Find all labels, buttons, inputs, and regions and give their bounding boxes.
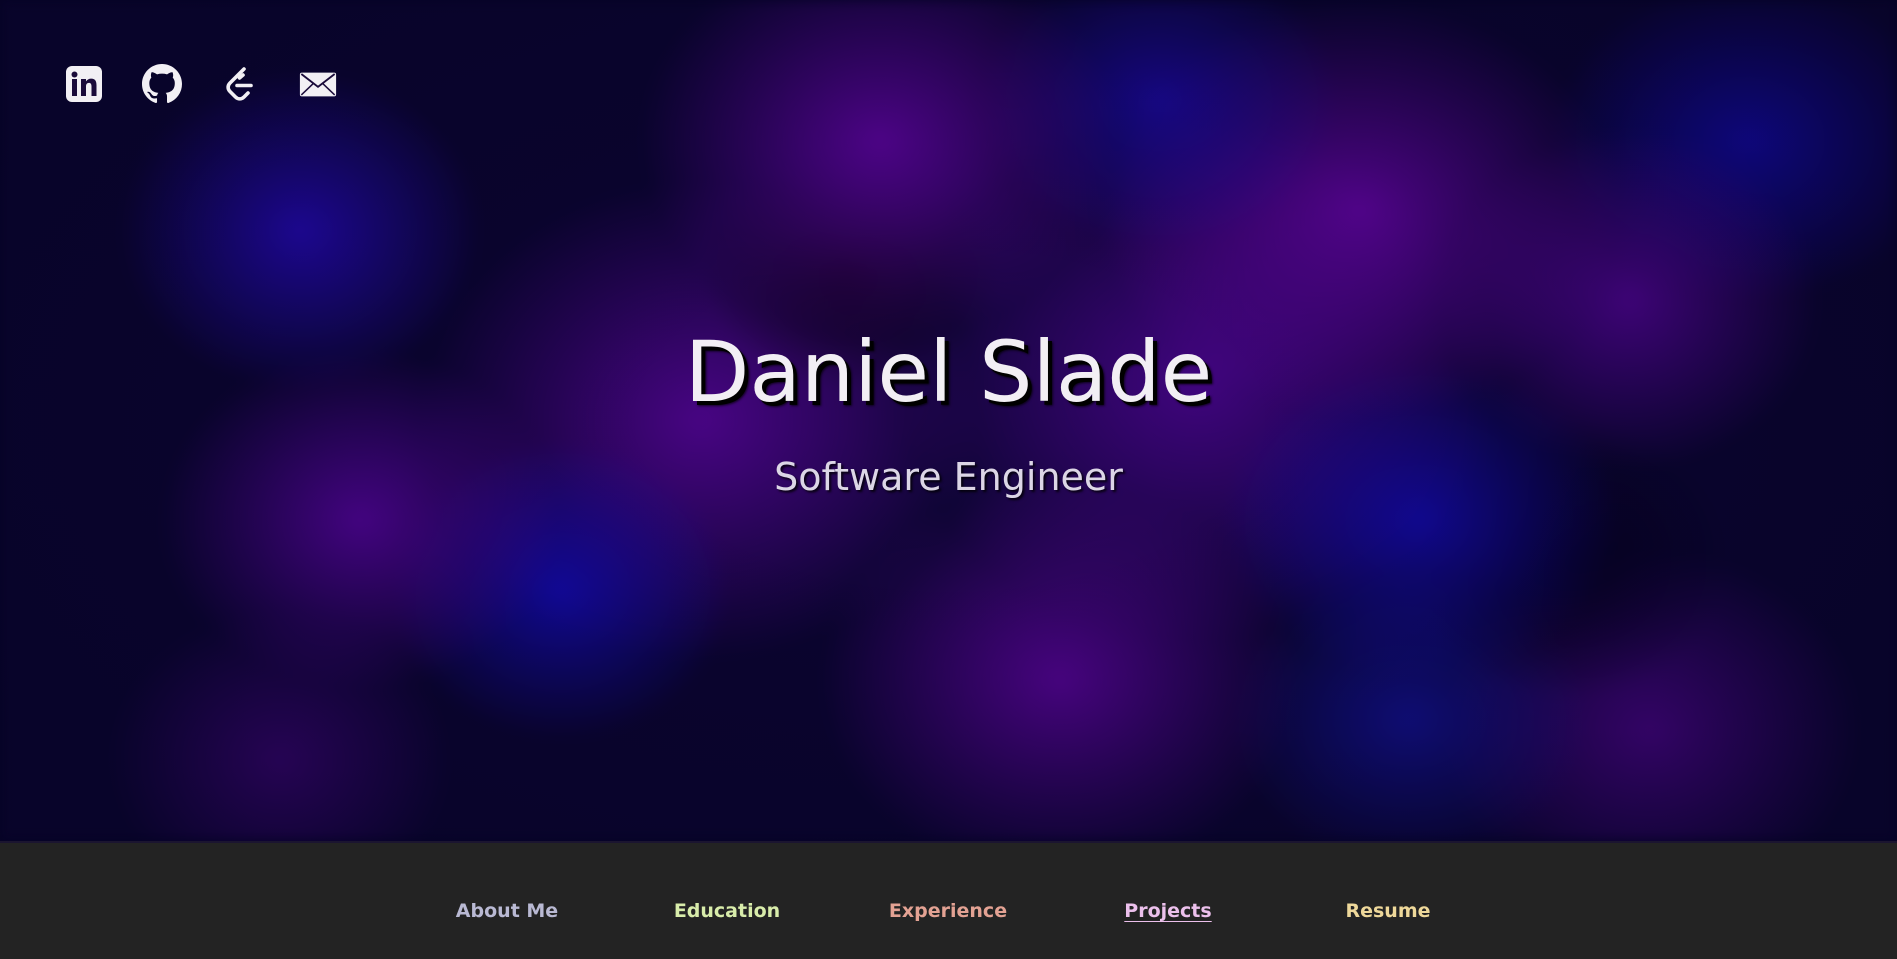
email-link[interactable] — [298, 64, 338, 104]
page-subtitle: Software Engineer — [774, 455, 1123, 499]
nav-experience[interactable]: Experience — [889, 900, 1007, 922]
github-link[interactable] — [142, 64, 182, 104]
bottom-navbar: About Me Education Experience Projects R… — [0, 841, 1897, 959]
social-links — [64, 64, 338, 104]
leetcode-link[interactable] — [220, 64, 260, 104]
nav-projects[interactable]: Projects — [1124, 900, 1211, 922]
hero-title-block: Daniel Slade Software Engineer — [0, 330, 1897, 496]
linkedin-link[interactable] — [64, 64, 104, 104]
linkedin-icon — [66, 66, 102, 102]
nav-about-me[interactable]: About Me — [456, 900, 558, 922]
nav-resume[interactable]: Resume — [1345, 900, 1430, 922]
mail-icon — [299, 72, 337, 97]
page-title: Daniel Slade — [684, 323, 1213, 421]
nav-education[interactable]: Education — [674, 900, 780, 922]
leetcode-icon — [226, 67, 253, 101]
github-icon — [142, 64, 182, 104]
